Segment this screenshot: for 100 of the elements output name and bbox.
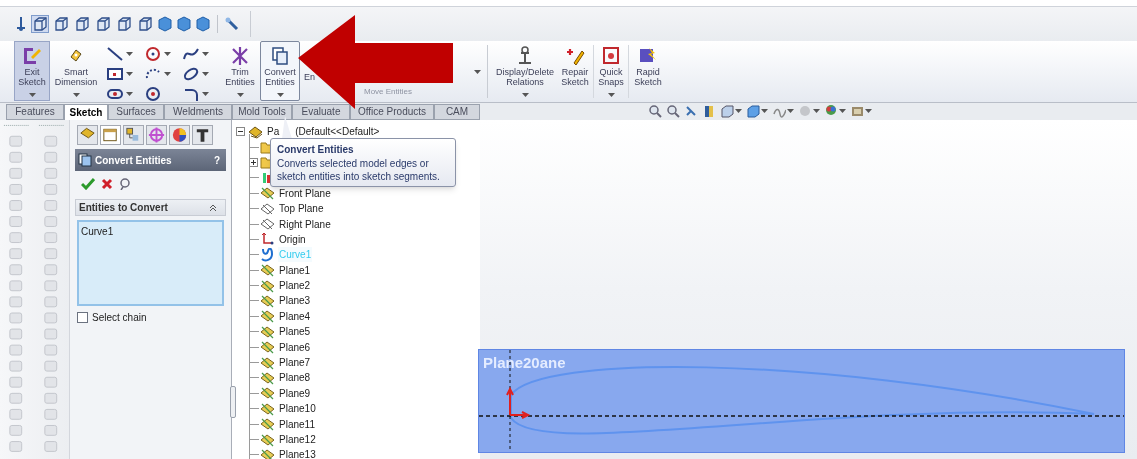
- section-header[interactable]: Entities to Convert: [75, 199, 226, 216]
- tree-item[interactable]: Pa: [267, 124, 280, 140]
- caret-icon[interactable]: [72, 93, 80, 97]
- ribbon-tab[interactable]: Office Products: [350, 104, 434, 120]
- caret-icon[interactable]: [474, 69, 481, 74]
- caret-icon[interactable]: [236, 93, 244, 97]
- ribbon-button[interactable]: Quick Snaps: [595, 41, 627, 101]
- shaded-cube-icon[interactable]: [157, 16, 173, 32]
- caret-icon[interactable]: [761, 109, 768, 113]
- tree-item[interactable]: Plane12: [278, 432, 317, 447]
- ribbon-tab[interactable]: Sketch: [64, 104, 108, 120]
- tool-icon: [269, 45, 291, 67]
- list-item[interactable]: Curve1: [81, 224, 220, 239]
- tree-item[interactable]: Plane3: [278, 293, 312, 309]
- collapse-icon[interactable]: [209, 203, 217, 212]
- tree-item[interactable]: Front Plane: [278, 185, 332, 201]
- cube-view-icon[interactable]: [95, 16, 111, 32]
- circle-icon[interactable]: [144, 46, 162, 62]
- caret-icon[interactable]: [28, 93, 36, 97]
- pin-icon[interactable]: [224, 16, 240, 32]
- previous-view-icon[interactable]: [684, 104, 698, 118]
- ribbon-tab[interactable]: Features: [6, 104, 64, 120]
- ribbon-tab[interactable]: Weldments: [164, 104, 232, 120]
- caret-icon[interactable]: [126, 92, 133, 96]
- close-icon[interactable]: [101, 178, 113, 190]
- caret-icon[interactable]: [164, 52, 171, 56]
- ribbon-label: Move Entities: [364, 86, 414, 98]
- caret-icon[interactable]: [126, 52, 133, 56]
- caret-icon[interactable]: [164, 72, 171, 76]
- collapse-icon[interactable]: [236, 127, 245, 137]
- ribbon-button[interactable]: Exit Sketch: [14, 41, 50, 101]
- shaded-cube-icon[interactable]: [176, 16, 192, 32]
- expand-icon[interactable]: [249, 157, 258, 167]
- caret-icon[interactable]: [813, 109, 820, 113]
- caret-icon[interactable]: [839, 109, 846, 113]
- ribbon-button[interactable]: Display/Delete Relations: [492, 41, 558, 101]
- selection-list[interactable]: Curve1: [77, 220, 224, 306]
- normal-to-icon[interactable]: [14, 16, 28, 32]
- scene-icon[interactable]: [824, 104, 838, 118]
- tree-item[interactable]: Plane1: [278, 262, 312, 278]
- display-manager-icon[interactable]: [170, 125, 189, 145]
- fillet-icon[interactable]: [182, 86, 200, 102]
- caret-icon[interactable]: [607, 93, 615, 97]
- slot-icon[interactable]: [106, 86, 124, 102]
- ribbon-label: En: [304, 70, 316, 84]
- convert-icon: [78, 153, 92, 167]
- tree-item[interactable]: Plane5: [278, 324, 312, 340]
- line-icon[interactable]: [106, 46, 124, 62]
- zoom-area-icon[interactable]: [666, 104, 680, 118]
- caret-icon[interactable]: [202, 72, 209, 76]
- cube-view-icon[interactable]: [137, 16, 153, 32]
- tree-item[interactable]: Plane11: [278, 416, 316, 432]
- ribbon-tab[interactable]: Evaluate: [292, 104, 350, 120]
- caret-icon[interactable]: [126, 72, 133, 76]
- ribbon-tab[interactable]: CAM: [434, 104, 480, 120]
- checkbox[interactable]: [77, 312, 88, 323]
- tree-item[interactable]: Plane7: [278, 355, 312, 371]
- ribbon-button[interactable]: Repair Sketch: [558, 41, 592, 101]
- tree-item[interactable]: Right Plane: [278, 216, 332, 232]
- spline-icon[interactable]: [182, 46, 200, 62]
- tree-item[interactable]: Origin: [278, 231, 307, 247]
- caret-icon[interactable]: [865, 109, 872, 113]
- tree-item[interactable]: Plane9: [278, 385, 312, 401]
- cube-view-icon[interactable]: [53, 16, 69, 32]
- tree-item[interactable]: Plane13: [278, 447, 317, 459]
- tree-item[interactable]: Top Plane: [278, 201, 325, 217]
- rectangle-icon[interactable]: [106, 66, 124, 82]
- tooltip-title: Convert Entities: [277, 143, 355, 157]
- caret-icon[interactable]: [202, 52, 209, 56]
- tree-item[interactable]: (Default<<Default>: [295, 124, 380, 140]
- shaded-cube-icon[interactable]: [195, 16, 211, 32]
- caret-icon[interactable]: [276, 93, 284, 97]
- splitter-handle[interactable]: [230, 386, 236, 418]
- ribbon-tab[interactable]: Surfaces: [108, 104, 164, 120]
- ellipse-icon[interactable]: [182, 66, 200, 82]
- ribbon-button[interactable]: Convert Entities: [260, 41, 300, 101]
- cube-view-icon[interactable]: [116, 16, 132, 32]
- ribbon-button[interactable]: Smart Dimension: [52, 41, 100, 101]
- caret-icon[interactable]: [735, 109, 742, 113]
- caret-icon[interactable]: [202, 92, 209, 96]
- help-button[interactable]: ?: [213, 152, 220, 168]
- tree-item[interactable]: Plane6: [278, 339, 312, 355]
- view-settings-icon[interactable]: [850, 104, 864, 118]
- cube-view-icon[interactable]: [74, 16, 90, 32]
- caret-icon[interactable]: [521, 93, 529, 97]
- ribbon-tab[interactable]: Mold Tools: [232, 104, 292, 120]
- caret-icon[interactable]: [787, 109, 794, 113]
- plane-icon: [260, 432, 275, 447]
- ribbon-button[interactable]: Rapid Sketch: [630, 41, 666, 101]
- tree-item[interactable]: Plane2: [278, 278, 312, 294]
- ok-icon[interactable]: [81, 178, 95, 190]
- section-view-icon[interactable]: [702, 104, 716, 118]
- cube-view-icon[interactable]: [32, 16, 48, 32]
- plane-label: Plane20ane: [483, 353, 566, 373]
- zoom-fit-icon[interactable]: [648, 104, 662, 118]
- tree-item[interactable]: Plane8: [278, 370, 312, 386]
- dimxpert-icon[interactable]: [147, 125, 166, 145]
- tree-item[interactable]: Plane4: [278, 308, 312, 324]
- tree-item[interactable]: Plane10: [278, 401, 317, 417]
- ribbon-button[interactable]: Trim Entities: [222, 41, 258, 101]
